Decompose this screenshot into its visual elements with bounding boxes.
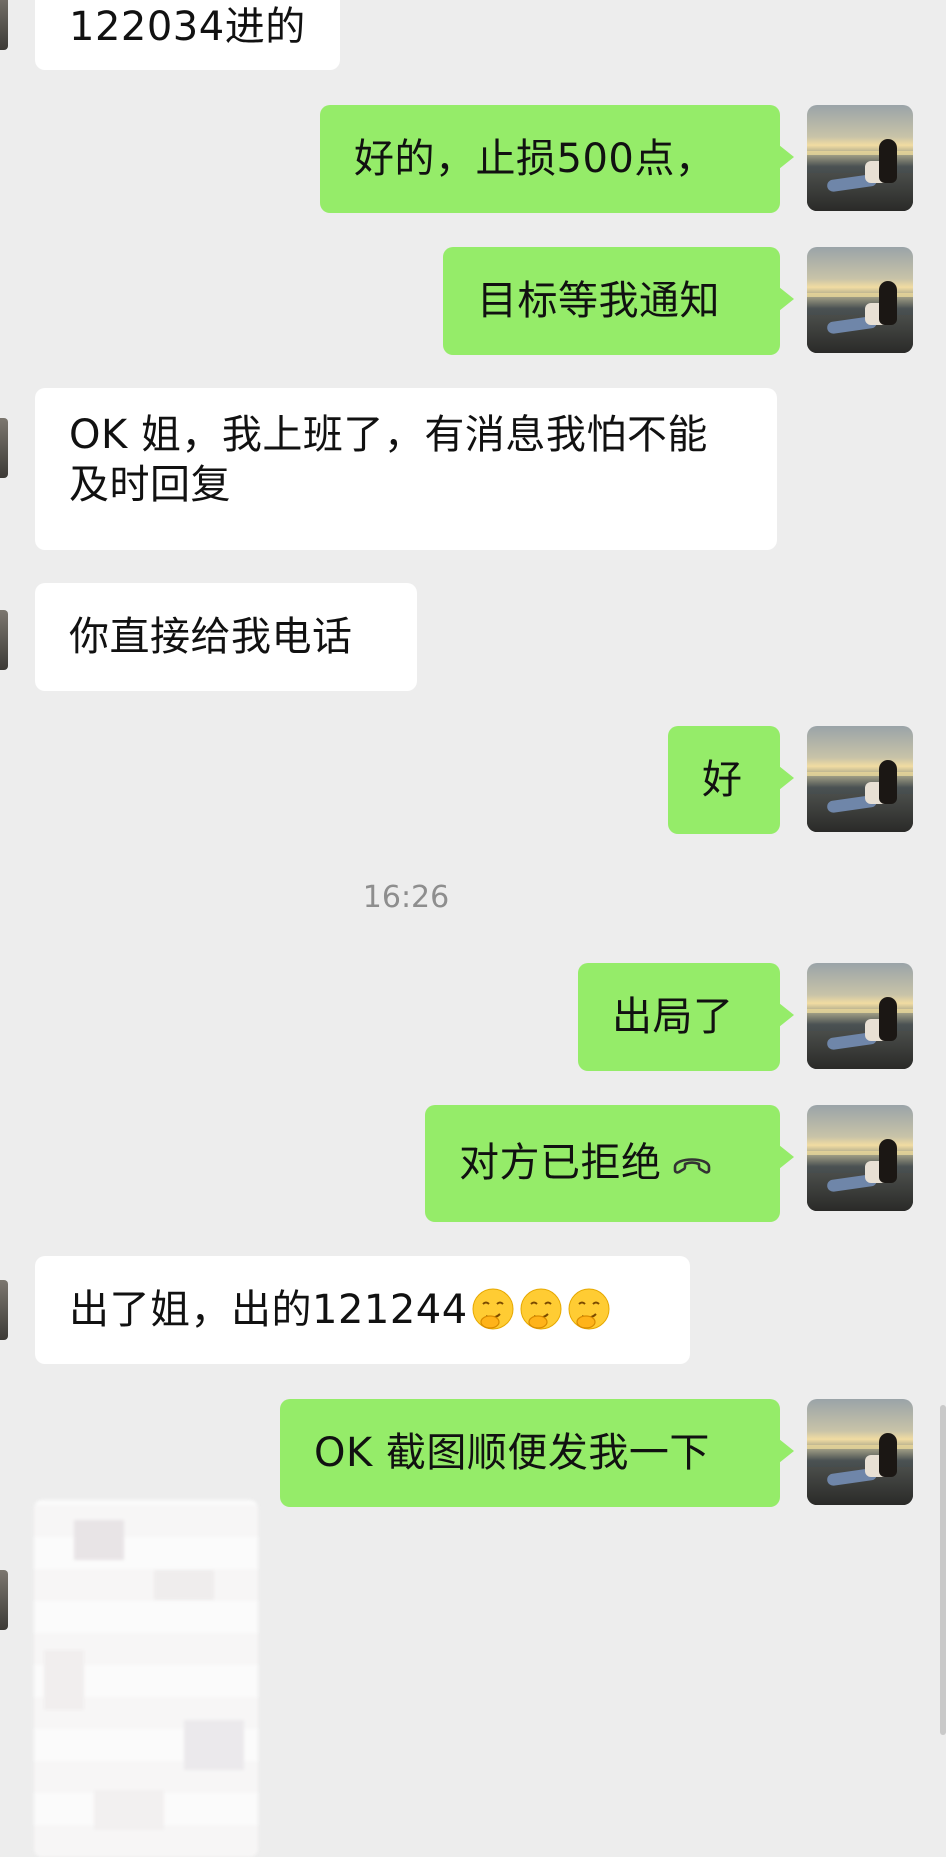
chat-thread: 122034进的 好的，止损500点， 目标等我通知 OK 姐，我上班了，有消息… — [0, 0, 946, 1857]
message-text: 122034进的 — [69, 4, 306, 50]
message-text: 好的，止损500点， — [354, 136, 716, 182]
my-avatar[interactable] — [807, 247, 913, 353]
contact-avatar-edge[interactable] — [0, 0, 8, 50]
incoming-message-bubble[interactable]: 你直接给我电话 — [35, 583, 417, 691]
incoming-message-bubble[interactable]: 122034进的 — [35, 0, 340, 70]
thinking-face-emoji — [520, 1288, 562, 1330]
message-text: 对方已拒绝 — [459, 1140, 662, 1186]
my-avatar[interactable] — [807, 726, 913, 832]
incoming-message-bubble[interactable]: 出了姐，出的121244 — [35, 1256, 690, 1364]
incoming-message-bubble[interactable]: OK 姐，我上班了，有消息我怕不能及时回复 — [35, 388, 777, 550]
my-avatar[interactable] — [807, 1399, 913, 1505]
message-text: 好 — [702, 757, 743, 803]
message-text: OK 截图顺便发我一下 — [314, 1430, 710, 1476]
message-text: 出了姐，出的121244 — [69, 1287, 468, 1333]
my-avatar[interactable] — [807, 105, 913, 211]
contact-avatar-edge[interactable] — [0, 418, 8, 478]
message-text: 你直接给我电话 — [69, 614, 353, 660]
my-avatar[interactable] — [807, 963, 913, 1069]
outgoing-message-bubble[interactable]: OK 截图顺便发我一下 — [280, 1399, 794, 1507]
thinking-face-emoji — [472, 1288, 514, 1330]
my-avatar[interactable] — [807, 1105, 913, 1211]
message-text: 出局了 — [612, 994, 734, 1040]
outgoing-message-bubble[interactable]: 好的，止损500点， — [320, 105, 794, 213]
message-text: 目标等我通知 — [477, 278, 720, 324]
call-status-bubble[interactable]: 对方已拒绝 — [425, 1105, 794, 1222]
phone-hangup-icon — [673, 1158, 710, 1174]
image-message[interactable] — [34, 1500, 258, 1857]
message-text: OK 姐，我上班了，有消息我怕不能及时回复 — [69, 412, 708, 508]
time-divider: 16:26 — [362, 880, 450, 915]
outgoing-message-bubble[interactable]: 目标等我通知 — [443, 247, 794, 355]
thinking-face-emoji — [568, 1288, 610, 1330]
contact-avatar-edge[interactable] — [0, 1570, 8, 1630]
outgoing-message-bubble[interactable]: 好 — [668, 726, 794, 834]
outgoing-message-bubble[interactable]: 出局了 — [578, 963, 794, 1071]
scrollbar[interactable] — [940, 1405, 946, 1735]
contact-avatar-edge[interactable] — [0, 610, 8, 670]
contact-avatar-edge[interactable] — [0, 1280, 8, 1340]
